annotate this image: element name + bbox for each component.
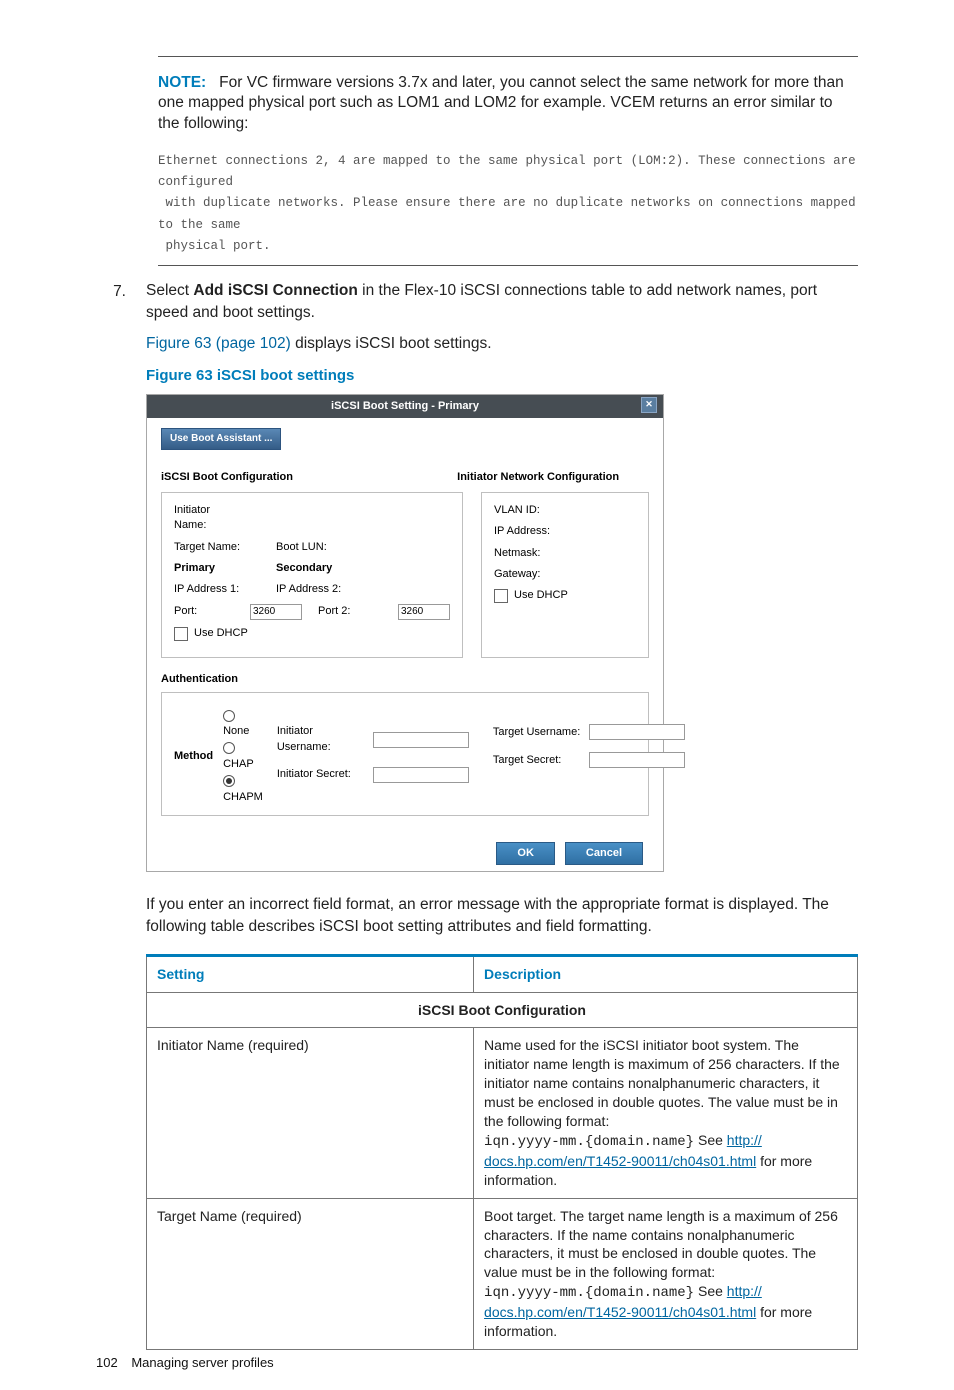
note-block: NOTE: For VC firmware versions 3.7x and … xyxy=(158,56,858,266)
figure-ref-link[interactable]: Figure 63 (page 102) xyxy=(146,335,291,352)
cell-description: Boot target. The target name length is a… xyxy=(474,1198,858,1349)
primary-label: Primary xyxy=(174,561,244,576)
doc-link[interactable]: http:// xyxy=(727,1132,762,1148)
note-paragraph: NOTE: For VC firmware versions 3.7x and … xyxy=(158,73,858,136)
close-icon[interactable]: ✕ xyxy=(641,397,657,413)
doc-link[interactable]: docs.hp.com/en/T1452-90011/ch04s01.html xyxy=(484,1304,756,1320)
initiator-user-label: Initiator Username: xyxy=(277,724,367,755)
page-number: 102 xyxy=(96,1355,118,1370)
footer-label: Managing server profiles xyxy=(131,1355,273,1370)
table-row: Initiator Name (required) Name used for … xyxy=(147,1028,858,1198)
auth-panel: Method None CHAP CHAPM Initiator Usernam… xyxy=(161,692,649,816)
vlan-label: VLAN ID: xyxy=(494,503,540,518)
target-secret-label: Target Secret: xyxy=(493,753,583,768)
page: NOTE: For VC firmware versions 3.7x and … xyxy=(0,0,954,1390)
target-user-label: Target Username: xyxy=(493,725,583,740)
figure-caption: Figure 63 iSCSI boot settings xyxy=(146,365,858,386)
page-footer: 102 Managing server profiles xyxy=(96,1355,274,1370)
boot-use-dhcp-checkbox[interactable] xyxy=(174,627,188,641)
auth-title: Authentication xyxy=(161,672,649,687)
boot-use-dhcp-label: Use DHCP xyxy=(194,626,248,641)
net-use-dhcp-checkbox[interactable] xyxy=(494,589,508,603)
cell-setting: Initiator Name (required) xyxy=(147,1028,474,1198)
target-secret-input[interactable] xyxy=(589,752,685,768)
doc-link[interactable]: http:// xyxy=(727,1283,762,1299)
net-use-dhcp-label: Use DHCP xyxy=(514,588,568,603)
secondary-label: Secondary xyxy=(276,561,350,576)
cell-setting: Target Name (required) xyxy=(147,1198,474,1349)
port1-label: Port: xyxy=(174,604,244,619)
after-dialog-paragraph: If you enter an incorrect field format, … xyxy=(146,894,858,937)
dialog-title-text: iSCSI Boot Setting - Primary xyxy=(331,399,479,414)
initiator-secret-label: Initiator Secret: xyxy=(277,767,367,782)
initiator-secret-input[interactable] xyxy=(373,767,469,783)
step-body: Select Add iSCSI Connection in the Flex-… xyxy=(146,280,858,1350)
ip1-label: IP Address 1: xyxy=(174,582,244,597)
iscsi-boot-dialog: iSCSI Boot Setting - Primary ✕ Use Boot … xyxy=(146,394,664,872)
step-number: 7. xyxy=(96,280,126,1350)
gateway-label: Gateway: xyxy=(494,567,540,582)
boot-assistant-button[interactable]: Use Boot Assistant ... xyxy=(161,428,281,450)
method-label: Method xyxy=(174,749,213,764)
initiator-net-panel: VLAN ID: IP Address: Netmask: Gateway: U… xyxy=(481,492,649,658)
step-7: 7. Select Add iSCSI Connection in the Fl… xyxy=(96,280,858,1350)
radio-none-label: None xyxy=(223,725,249,737)
th-setting: Setting xyxy=(147,955,474,992)
port1-input[interactable] xyxy=(250,604,302,620)
note-label: NOTE: xyxy=(158,74,206,91)
table-section-header: iSCSI Boot Configuration xyxy=(147,992,858,1028)
target-user-input[interactable] xyxy=(589,724,685,740)
note-bottom-rule xyxy=(158,265,858,266)
radio-none[interactable] xyxy=(223,710,235,722)
doc-link[interactable]: docs.hp.com/en/T1452-90011/ch04s01.html xyxy=(484,1153,756,1169)
th-description: Description xyxy=(474,955,858,992)
dialog-body: Use Boot Assistant ... iSCSI Boot Config… xyxy=(147,418,663,871)
radio-chapm-label: CHAPM xyxy=(223,791,263,803)
ip-label: IP Address: xyxy=(494,524,550,539)
note-top-rule xyxy=(158,56,858,57)
note-text: For VC firmware versions 3.7x and later,… xyxy=(158,74,844,133)
initiator-net-config-title: Initiator Network Configuration xyxy=(457,470,649,485)
port2-label: Port 2: xyxy=(318,604,392,619)
initiator-name-label: Initiator Name: xyxy=(174,503,244,534)
cell-description: Name used for the iSCSI initiator boot s… xyxy=(474,1028,858,1198)
netmask-label: Netmask: xyxy=(494,546,540,561)
ip2-label: IP Address 2: xyxy=(276,582,350,597)
figure-ref-tail: displays iSCSI boot settings. xyxy=(291,335,492,352)
step-bold: Add iSCSI Connection xyxy=(193,282,357,299)
initiator-user-input[interactable] xyxy=(373,732,469,748)
ok-button[interactable]: OK xyxy=(496,842,555,865)
boot-lun-label: Boot LUN: xyxy=(276,540,350,555)
note-code: Ethernet connections 2, 4 are mapped to … xyxy=(158,151,858,257)
method-radios: None CHAP CHAPM xyxy=(223,709,263,805)
port2-input[interactable] xyxy=(398,604,450,620)
cancel-button[interactable]: Cancel xyxy=(565,842,643,865)
radio-chap-label: CHAP xyxy=(223,758,254,770)
step-pre: Select xyxy=(146,282,193,299)
radio-chap[interactable] xyxy=(223,742,235,754)
settings-table: Setting Description iSCSI Boot Configura… xyxy=(146,954,858,1350)
iscsi-boot-config-title: iSCSI Boot Configuration xyxy=(161,470,439,485)
target-name-label: Target Name: xyxy=(174,540,244,555)
table-row: Target Name (required) Boot target. The … xyxy=(147,1198,858,1349)
radio-chapm[interactable] xyxy=(223,775,235,787)
boot-config-panel: Initiator Name: Target Name: Boot LUN: P… xyxy=(161,492,463,658)
dialog-titlebar: iSCSI Boot Setting - Primary ✕ xyxy=(147,395,663,418)
